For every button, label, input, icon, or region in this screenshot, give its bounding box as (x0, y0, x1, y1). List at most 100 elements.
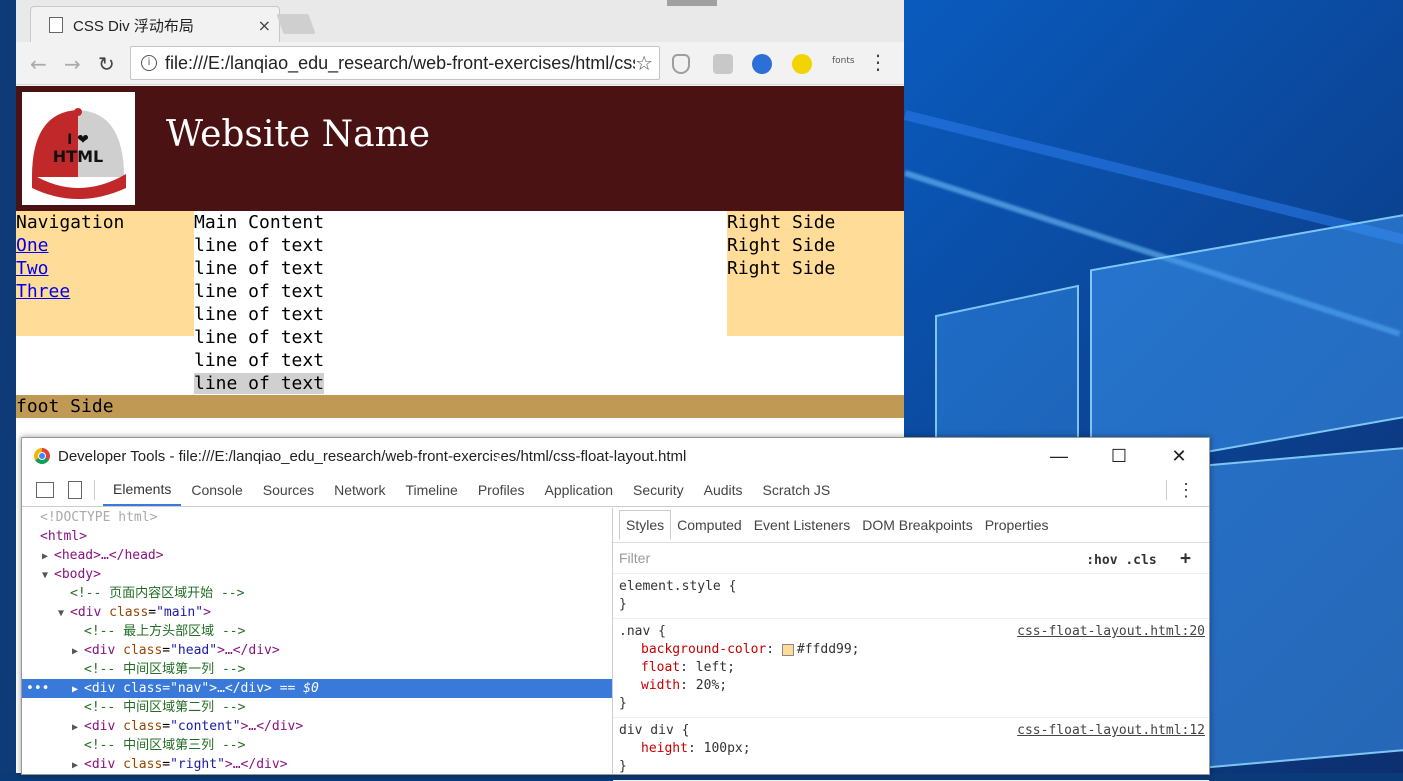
nav-link-one[interactable]: One (16, 234, 194, 257)
window-controls: — ☐ ✕ (1029, 438, 1209, 474)
tab-properties[interactable]: Properties (979, 511, 1055, 539)
tab-network[interactable]: Network (324, 474, 395, 506)
inspect-icon[interactable] (36, 482, 54, 498)
browser-tab[interactable]: CSS Div 浮动布局 × (30, 6, 280, 43)
hov-cls-toggle[interactable]: :hov .cls + (1086, 548, 1191, 569)
rule-source-link[interactable]: css-float-layout.html:20 (1017, 623, 1205, 641)
tab-timeline[interactable]: Timeline (395, 474, 467, 506)
tab-application[interactable]: Application (535, 474, 624, 506)
tab-sources[interactable]: Sources (253, 474, 324, 506)
rule-element-style[interactable]: element.style { } (613, 574, 1209, 619)
text-line: line of text (194, 304, 325, 325)
nav-link-three[interactable]: Three (16, 280, 194, 303)
text-line: line of text (194, 235, 325, 256)
dom-node[interactable]: ▼ <div class="main"> (22, 603, 612, 622)
fonts-extension[interactable]: fonts (832, 56, 855, 66)
elements-tree: <!DOCTYPE html> <html> ▶ <head>…</head> ▼… (22, 508, 613, 774)
dom-comment[interactable]: <!-- 中间区域第三列 --> (22, 736, 612, 755)
nav-link-two[interactable]: Two (16, 257, 194, 280)
rule-nav[interactable]: css-float-layout.html:20 .nav { backgrou… (613, 619, 1209, 718)
text-line: line of text (194, 258, 325, 279)
right-line: Right Side (727, 235, 836, 256)
text-line: line of text (194, 327, 325, 348)
dom-node-selected[interactable]: ••• ▶ <div class="nav">…</div> == $0 (22, 679, 612, 698)
right-line: Right Side (727, 258, 836, 279)
footer: foot Side (16, 395, 904, 418)
dom-node[interactable]: ▶ <div class="content">…</div> (22, 717, 612, 736)
dom-node[interactable]: ▼ <body> (22, 565, 612, 584)
tab-event-listeners[interactable]: Event Listeners (748, 511, 857, 539)
text-line: line of text (194, 350, 325, 371)
tab-profiles[interactable]: Profiles (468, 474, 535, 506)
dom-node[interactable]: <!DOCTYPE html> (22, 508, 612, 527)
dom-node[interactable]: <html> (22, 527, 612, 546)
site-header: I ❤ HTML Website Name (16, 86, 904, 211)
tab-console[interactable]: Console (181, 474, 252, 506)
info-icon[interactable]: i (141, 55, 157, 71)
dom-node[interactable]: ▶ <head>…</head> (22, 546, 612, 565)
new-tab-button[interactable] (276, 14, 316, 34)
devtools-title: Developer Tools - file:///E:/lanqiao_edu… (58, 447, 687, 465)
dom-node[interactable]: ▶ <div class="right">…</div> (22, 755, 612, 774)
devtools-body: <!DOCTYPE html> <html> ▶ <head>…</head> ▼… (22, 508, 1209, 781)
text-line: line of text (194, 281, 325, 302)
color-swatch[interactable] (781, 643, 794, 656)
browser-toolbar: ← → ↻ i file:///E:/lanqiao_edu_research/… (16, 42, 904, 85)
tab-title: CSS Div 浮动布局 (73, 17, 194, 35)
tab-computed[interactable]: Computed (671, 511, 748, 539)
nav-heading: Navigation (16, 212, 125, 233)
back-arrow-icon[interactable]: ← (30, 52, 47, 76)
minimize-icon[interactable]: — (1029, 438, 1089, 474)
dom-comment[interactable]: <!-- 中间区域第一列 --> (22, 660, 612, 679)
rule-source-link[interactable]: css-float-layout.html:12 (1017, 722, 1205, 740)
dom-comment[interactable]: <!-- 页面内容区域开始 --> (22, 584, 612, 603)
tab-scratch-js[interactable]: Scratch JS (753, 474, 841, 506)
tab-audits[interactable]: Audits (694, 474, 753, 506)
tab-dom-breakpoints[interactable]: DOM Breakpoints (856, 511, 978, 539)
nav-column: Navigation One Two Three (16, 211, 194, 336)
menu-icon[interactable]: ⋮ (868, 50, 888, 74)
reload-icon[interactable]: ↻ (98, 52, 115, 76)
shield-icon[interactable] (672, 54, 690, 74)
url-text: file:///E:/lanqiao_edu_research/web-fron… (165, 52, 635, 73)
desktop-edge (0, 0, 16, 773)
close-icon[interactable]: ✕ (1149, 438, 1209, 474)
dom-comment[interactable]: <!-- 中间区域第二列 --> (22, 698, 612, 717)
close-tab-icon[interactable]: × (258, 16, 271, 35)
filter-placeholder: Filter (619, 550, 651, 566)
separator (94, 480, 95, 500)
device-toolbar-icon[interactable] (68, 481, 82, 499)
dom-comment[interactable]: <!-- 最上方头部区域 --> (22, 622, 612, 641)
tab-security[interactable]: Security (623, 474, 694, 506)
right-column: Right Side Right Side Right Side (727, 211, 904, 336)
es-icon[interactable] (713, 54, 733, 74)
document-icon (49, 17, 63, 33)
devtools-titlebar: Developer Tools - file:///E:/lanqiao_edu… (22, 438, 1209, 474)
rule-div-div[interactable]: css-float-layout.html:12 div div { heigh… (613, 718, 1209, 781)
add-rule-icon[interactable]: + (1180, 548, 1191, 569)
bookmark-star-icon[interactable]: ☆ (635, 51, 653, 75)
filter-input[interactable]: Filter :hov .cls + (613, 543, 1209, 574)
logo: I ❤ HTML (22, 92, 135, 205)
logo-text-html: HTML (53, 147, 103, 166)
tab-styles[interactable]: Styles (619, 510, 672, 540)
styles-pane: Styles Computed Event Listeners DOM Brea… (613, 508, 1209, 781)
selected-text-line: line of text (194, 373, 325, 394)
light-beam (903, 110, 1403, 246)
plus-icon[interactable] (792, 54, 812, 74)
tab-strip: CSS Div 浮动布局 × (16, 0, 904, 43)
maximize-icon[interactable]: ☐ (1089, 438, 1149, 474)
address-bar[interactable]: i file:///E:/lanqiao_edu_research/web-fr… (130, 46, 660, 80)
more-icon[interactable]: ⋮ (1177, 480, 1195, 501)
devtools-window: Developer Tools - file:///E:/lanqiao_edu… (21, 437, 1210, 781)
forward-arrow-icon[interactable]: → (64, 52, 81, 76)
eye-icon[interactable] (752, 54, 772, 74)
site-name: Website Name (166, 114, 431, 155)
separator (1166, 480, 1167, 500)
chrome-icon (34, 448, 50, 464)
styles-tabbar: Styles Computed Event Listeners DOM Brea… (613, 508, 1209, 543)
tab-elements[interactable]: Elements (103, 474, 182, 506)
right-line: Right Side (727, 212, 836, 233)
dom-node[interactable]: ▶ <div class="head">…</div> (22, 641, 612, 660)
logo-text-i: I ❤ (67, 132, 89, 148)
